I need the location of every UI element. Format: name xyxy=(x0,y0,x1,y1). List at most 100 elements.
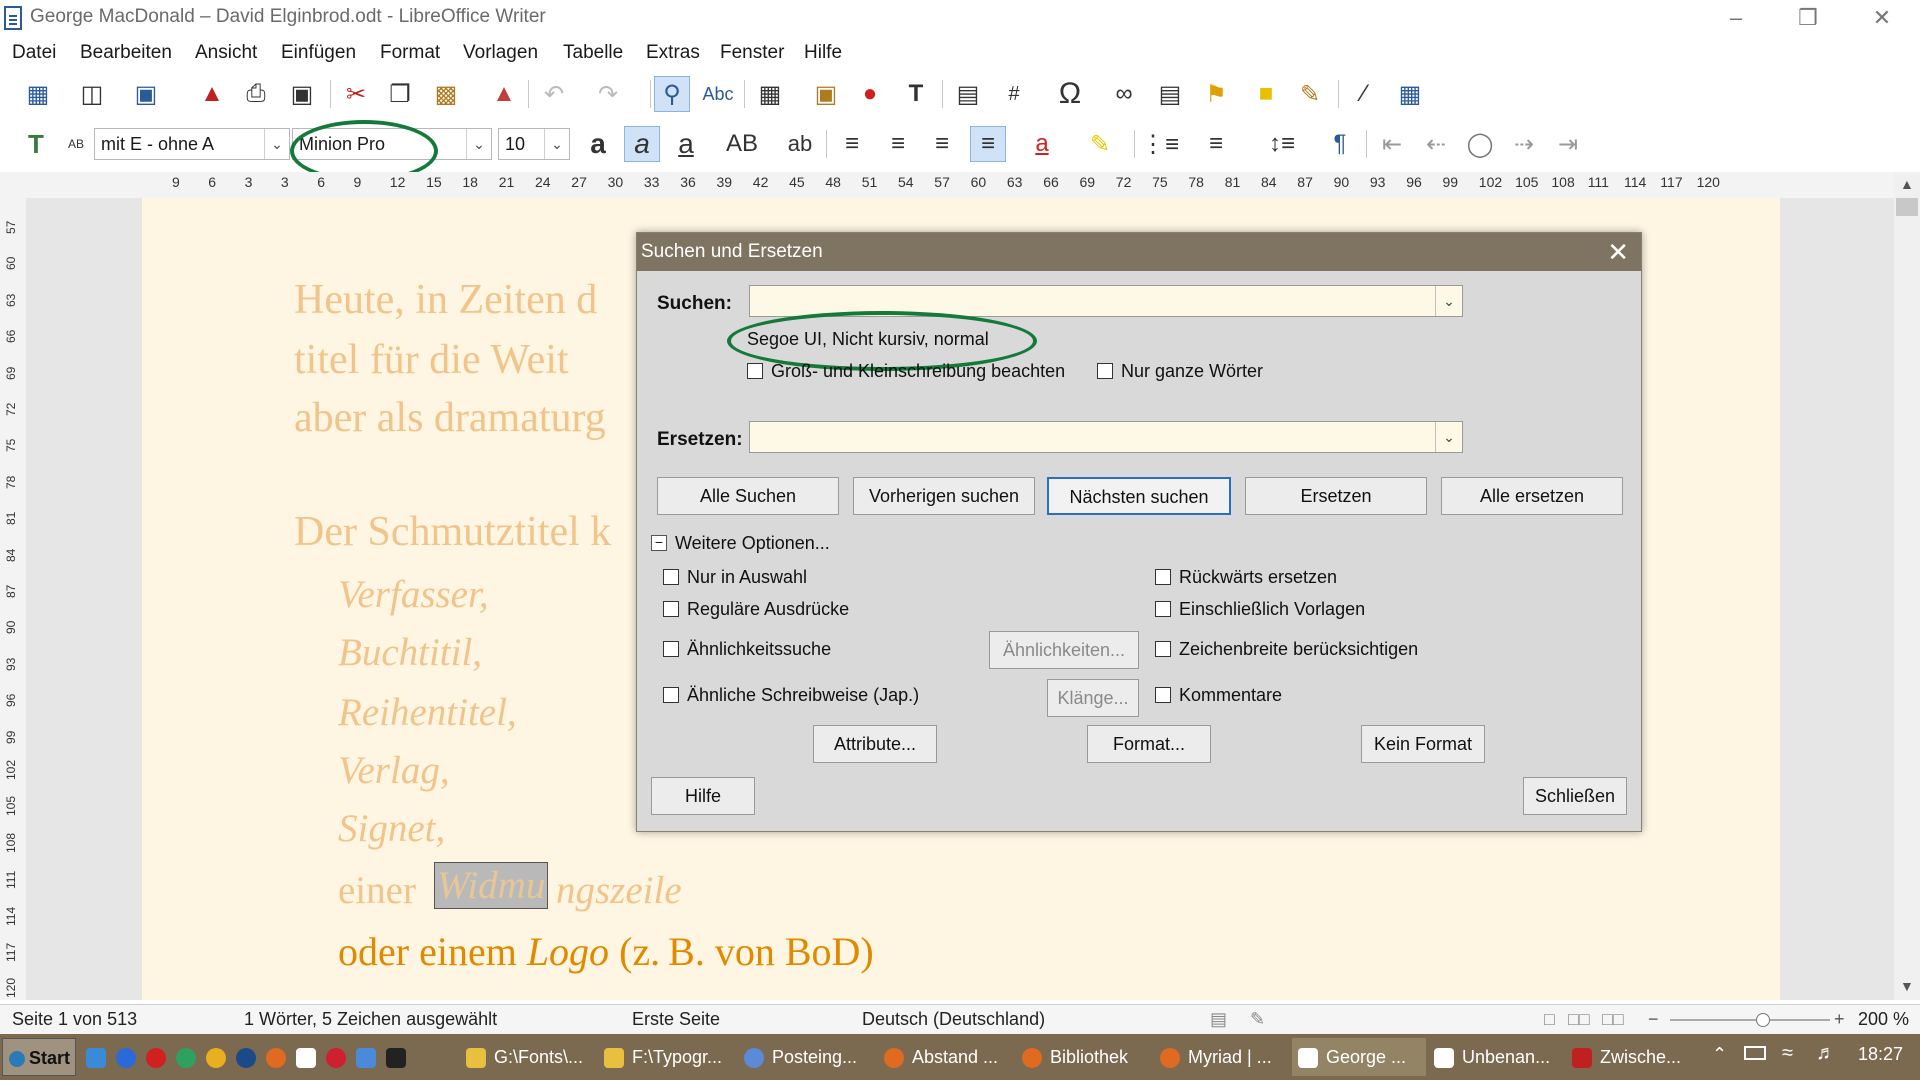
previous-icon[interactable]: ⇠ xyxy=(1418,126,1454,162)
page-count[interactable]: Seite 1 von 513 xyxy=(12,1009,137,1030)
single-page-view-icon[interactable]: □ xyxy=(1544,1009,1555,1030)
wifi-icon[interactable]: ≈ xyxy=(1782,1042,1793,1065)
cut-icon[interactable]: ✂ xyxy=(338,76,374,112)
formatting-marks-icon[interactable]: ¶ xyxy=(1322,126,1358,162)
selection-only-checkbox[interactable] xyxy=(663,569,679,585)
menu-format[interactable]: Format xyxy=(380,42,440,64)
menu-einfuegen[interactable]: Einfügen xyxy=(281,42,356,64)
justify-icon[interactable]: ≡ xyxy=(970,126,1006,162)
redo-icon[interactable]: ↷ xyxy=(590,76,626,112)
sounds-button[interactable]: Klänge... xyxy=(1047,679,1139,717)
zoom-slider[interactable] xyxy=(1670,1019,1830,1021)
char-width-checkbox[interactable] xyxy=(1155,641,1171,657)
insert-field-icon[interactable]: # xyxy=(996,76,1032,112)
align-center-icon[interactable]: ≡ xyxy=(880,126,916,162)
basic-shapes-icon[interactable]: ▦ xyxy=(1392,76,1428,112)
vertical-scrollbar[interactable]: ▲ ▼ xyxy=(1894,172,1920,1000)
replace-input[interactable]: ⌄ xyxy=(749,421,1463,453)
export-pdf-icon[interactable]: ▲ xyxy=(194,76,230,112)
restore-button[interactable]: ❒ xyxy=(1772,0,1844,38)
similar-jap-checkbox[interactable] xyxy=(663,687,679,703)
paste-icon[interactable]: ▩ xyxy=(428,76,464,112)
clock[interactable]: 18:27 xyxy=(1858,1044,1903,1065)
insert-line-icon[interactable]: ∕ xyxy=(1346,76,1382,112)
more-options-label[interactable]: Weitere Optionen... xyxy=(675,533,830,554)
navigator-icon[interactable]: ◯ xyxy=(1462,126,1498,162)
menu-ansicht[interactable]: Ansicht xyxy=(195,42,257,64)
task-bibliothek[interactable]: Bibliothek xyxy=(1022,1038,1150,1076)
find-previous-button[interactable]: Vorherigen suchen xyxy=(853,477,1035,515)
zoom-out-icon[interactable]: − xyxy=(1648,1009,1659,1030)
app-icon[interactable] xyxy=(236,1048,256,1068)
find-all-button[interactable]: Alle Suchen xyxy=(657,477,839,515)
update-style-icon[interactable]: AB xyxy=(58,126,94,162)
print-icon[interactable]: ⎙ xyxy=(238,76,274,112)
last-page-icon[interactable]: ⇥ xyxy=(1550,126,1586,162)
whole-words-checkbox[interactable] xyxy=(1097,363,1113,379)
page-style[interactable]: Erste Seite xyxy=(632,1009,720,1030)
uppercase-icon[interactable]: AB xyxy=(724,126,760,162)
footnote-icon[interactable]: ▤ xyxy=(1152,76,1188,112)
menu-fenster[interactable]: Fenster xyxy=(720,42,784,64)
zoom-in-icon[interactable]: + xyxy=(1834,1009,1845,1030)
find-replace-icon[interactable]: ⚲ xyxy=(654,76,690,112)
task-unbenannt[interactable]: Unbenan... xyxy=(1434,1038,1564,1076)
clone-formatting-icon[interactable]: ▲ xyxy=(486,76,522,112)
comment-icon[interactable]: ■ xyxy=(1248,76,1284,112)
menu-datei[interactable]: Datei xyxy=(12,42,56,64)
font-color-icon[interactable]: a xyxy=(1024,126,1060,162)
yandex-icon[interactable] xyxy=(326,1048,346,1068)
task-posteingang[interactable]: Posteing... xyxy=(744,1038,872,1076)
task-typogr[interactable]: F:\Typogr... xyxy=(604,1038,732,1076)
scroll-thumb[interactable] xyxy=(1896,198,1918,216)
insert-table-icon[interactable]: ▦ xyxy=(752,76,788,112)
bookmark-icon[interactable]: ⚑ xyxy=(1198,76,1234,112)
print-preview-icon[interactable]: ▣ xyxy=(284,76,320,112)
format-button[interactable]: Format... xyxy=(1087,725,1211,763)
no-format-button[interactable]: Kein Format xyxy=(1361,725,1485,763)
align-left-icon[interactable]: ≡ xyxy=(834,126,870,162)
tool-icon[interactable] xyxy=(356,1048,376,1068)
insert-image-icon[interactable]: ▣ xyxy=(808,76,844,112)
comments-checkbox[interactable] xyxy=(1155,687,1171,703)
firefox-icon[interactable] xyxy=(266,1048,286,1068)
insert-chart-icon[interactable]: ● xyxy=(852,76,888,112)
paragraph-style-combo[interactable]: mit E - ohne A ⌄ xyxy=(94,128,290,160)
replace-button[interactable]: Ersetzen xyxy=(1245,477,1427,515)
scroll-up-icon[interactable]: ▲ xyxy=(1900,176,1914,192)
similarity-checkbox[interactable] xyxy=(663,641,679,657)
tray-chevron-up-icon[interactable]: ⌃ xyxy=(1712,1044,1727,1065)
task-zwischen[interactable]: Zwische... xyxy=(1572,1038,1702,1076)
replace-all-button[interactable]: Alle ersetzen xyxy=(1441,477,1623,515)
help-button[interactable]: Hilfe xyxy=(651,777,755,815)
insert-mode-icon[interactable]: ▤ xyxy=(1210,1009,1227,1030)
attributes-button[interactable]: Attribute... xyxy=(813,725,937,763)
regex-checkbox[interactable] xyxy=(663,601,679,617)
match-case-checkbox[interactable] xyxy=(747,363,763,379)
doc-selected-text[interactable]: Widmu xyxy=(434,862,549,909)
scroll-down-icon[interactable]: ▼ xyxy=(1900,978,1914,994)
spelling-icon[interactable]: Abc xyxy=(700,76,736,112)
volume-icon[interactable]: ♬ xyxy=(1816,1042,1836,1065)
underline-icon[interactable]: a xyxy=(668,126,704,162)
paragraph-styles-icon[interactable]: T xyxy=(18,126,54,162)
task-george[interactable]: George ... xyxy=(1292,1038,1426,1076)
find-next-button[interactable]: Nächsten suchen xyxy=(1047,477,1231,515)
browser-icon[interactable] xyxy=(176,1048,196,1068)
battery-icon[interactable] xyxy=(1744,1046,1766,1060)
numbering-icon[interactable]: ≡ xyxy=(1198,126,1234,162)
task-abstand[interactable]: Abstand ... xyxy=(884,1038,1012,1076)
task-fonts[interactable]: G:\Fonts\... xyxy=(466,1038,594,1076)
track-changes-icon[interactable]: ✎ xyxy=(1292,76,1328,112)
save-icon[interactable]: ▣ xyxy=(128,76,164,112)
undo-icon[interactable]: ↶ xyxy=(536,76,572,112)
chevron-down-icon[interactable]: ⌄ xyxy=(264,129,289,159)
italic-icon[interactable]: a xyxy=(624,126,660,162)
chevron-down-icon[interactable]: ⌄ xyxy=(544,129,569,159)
hyperlink-icon[interactable]: ∞ xyxy=(1106,76,1142,112)
menu-hilfe[interactable]: Hilfe xyxy=(804,42,842,64)
new-document-icon[interactable]: ▦ xyxy=(20,76,56,112)
next-icon[interactable]: ⇢ xyxy=(1506,126,1542,162)
similarities-button[interactable]: Ähnlichkeiten... xyxy=(989,631,1139,669)
menu-extras[interactable]: Extras xyxy=(646,42,700,64)
